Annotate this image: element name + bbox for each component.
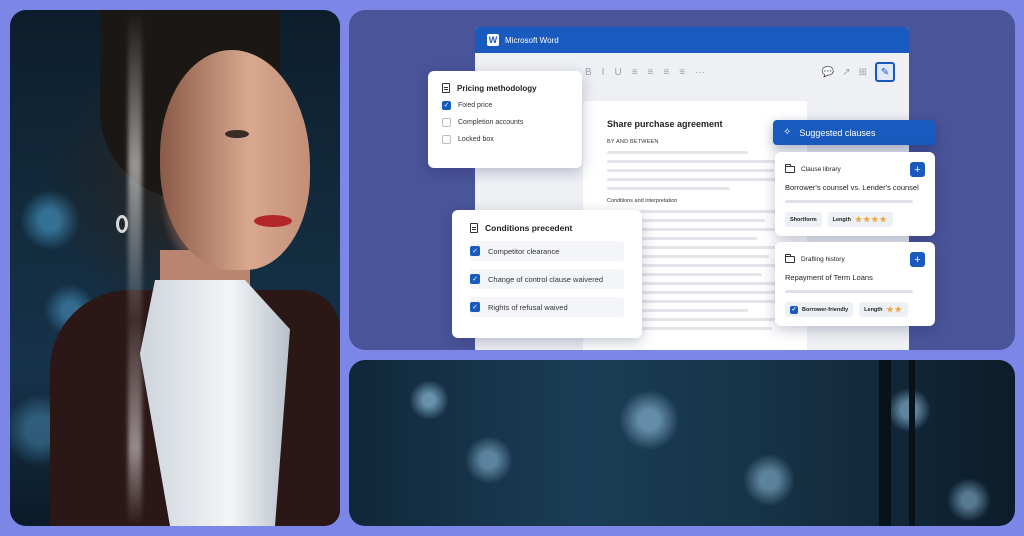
pricing-option-label: Completion accounts <box>458 119 524 126</box>
condition-change-of-control[interactable]: ✓ Change of control clause waivered <box>470 269 624 289</box>
photo-face <box>160 50 310 270</box>
checkbox-unchecked-icon[interactable] <box>442 135 451 144</box>
clause-library-header: Clause library + <box>785 162 925 177</box>
conditions-card-title: Conditions precedent <box>485 223 573 233</box>
ui-illustration-panel: W Microsoft Word B I U ≡ ≡ ≡ ≡ ··· 💬 ↗ ⊞… <box>349 10 1015 350</box>
text-line <box>607 178 783 181</box>
justify-icon[interactable]: ≡ <box>679 67 685 78</box>
checkbox-unchecked-icon[interactable] <box>442 118 451 127</box>
photo-woman <box>10 10 340 526</box>
condition-label: Rights of refusal waived <box>488 302 568 312</box>
align-center-icon[interactable]: ≡ <box>648 67 654 78</box>
toolbar-right-group: 💬 ↗ ⊞ ✎ <box>822 62 909 82</box>
add-clause-button[interactable]: + <box>910 162 925 177</box>
bold-icon[interactable]: B <box>585 67 592 78</box>
pricing-card-header: Pricing methodology <box>442 83 568 93</box>
clause-title: Borrower's counsel vs. Lender's counsel <box>785 183 919 192</box>
document-section-heading: Conditions and interpretation <box>607 198 678 204</box>
sparkle-icon: ✧ <box>783 127 792 138</box>
drafting-history-header: Drafting history + <box>785 252 925 267</box>
add-clause-button[interactable]: + <box>910 252 925 267</box>
underline-icon[interactable]: U <box>614 67 621 78</box>
star-rating: ★★ <box>886 305 903 314</box>
text-line <box>607 187 731 190</box>
text-line <box>607 169 775 172</box>
clause-library-card: Clause library + Borrower's counsel vs. … <box>775 152 935 236</box>
star-rating: ★★★★ <box>854 215 888 224</box>
drafting-history-card: Drafting history + Repayment of Term Loa… <box>775 242 935 326</box>
tag-shortform: Shortform <box>785 212 822 227</box>
condition-rights-of-refusal[interactable]: ✓ Rights of refusal waived <box>470 297 624 317</box>
photo-light-streak <box>128 10 142 526</box>
condition-label: Competitor clearance <box>488 246 560 256</box>
pricing-option-completion-accounts[interactable]: Completion accounts <box>442 118 568 127</box>
photo-data-center <box>349 360 1015 526</box>
clause-preview-line <box>785 290 913 293</box>
conditions-card-header: Conditions precedent <box>470 223 624 233</box>
document-parties-heading: BY AND BETWEEN <box>607 139 659 145</box>
pricing-option-label: Locked box <box>458 136 494 143</box>
clause-library-label: Clause library <box>801 166 841 173</box>
word-app-title: Microsoft Word <box>505 35 559 45</box>
suggested-clauses-label: Suggested clauses <box>799 127 876 138</box>
clause-tags: ✓ Borrower-friendly Length ★★ <box>785 302 925 317</box>
clause-tags: Shortform Length ★★★★ <box>785 212 925 227</box>
comment-icon[interactable]: 💬 <box>822 67 834 78</box>
text-line <box>607 160 783 163</box>
checkbox-checked-icon: ✓ <box>790 305 798 314</box>
photo-lips <box>254 215 292 227</box>
pricing-option-label: Fixed price <box>458 102 493 109</box>
tag-length: Length ★★★★ <box>827 212 893 227</box>
word-logo-icon: W <box>487 34 499 46</box>
tag-borrower-friendly: ✓ Borrower-friendly <box>785 302 854 317</box>
document-icon <box>470 223 478 233</box>
clause-preview-line <box>785 200 913 203</box>
photo-earring <box>116 215 128 233</box>
pricing-methodology-card: Pricing methodology ✓ Fixed price Comple… <box>428 71 582 168</box>
condition-label: Change of control clause waivered <box>488 274 604 284</box>
document-icon <box>442 83 450 93</box>
photo-dark-bar <box>879 360 891 526</box>
photo-dark-bar <box>909 360 915 526</box>
pricing-option-fixed-price[interactable]: ✓ Fixed price <box>442 101 568 110</box>
tag-length: Length ★★ <box>859 302 908 317</box>
align-left-icon[interactable]: ≡ <box>632 67 638 78</box>
ai-assistant-button[interactable]: ✎ <box>875 62 895 82</box>
conditions-precedent-card: Conditions precedent ✓ Competitor cleara… <box>452 210 642 338</box>
italic-icon[interactable]: I <box>602 67 605 78</box>
checkbox-checked-icon[interactable]: ✓ <box>442 101 451 110</box>
text-line <box>607 151 748 154</box>
folder-icon <box>785 254 795 263</box>
share-icon[interactable]: ↗ <box>842 67 850 78</box>
clause-title: Repayment of Term Loans <box>785 273 873 282</box>
condition-competitor-clearance[interactable]: ✓ Competitor clearance <box>470 241 624 261</box>
folder-icon <box>785 164 795 173</box>
word-title-bar: W Microsoft Word <box>475 27 909 53</box>
checkbox-checked-icon[interactable]: ✓ <box>470 246 480 256</box>
checkbox-checked-icon[interactable]: ✓ <box>470 302 480 312</box>
align-right-icon[interactable]: ≡ <box>663 67 669 78</box>
photo-eye <box>225 130 249 138</box>
drafting-history-label: Drafting history <box>801 256 845 263</box>
grid-icon[interactable]: ⊞ <box>859 67 867 78</box>
more-icon[interactable]: ··· <box>695 67 705 78</box>
checkbox-checked-icon[interactable]: ✓ <box>470 274 480 284</box>
document-title: Share purchase agreement <box>607 119 723 129</box>
pricing-option-locked-box[interactable]: Locked box <box>442 135 568 144</box>
pricing-card-title: Pricing methodology <box>457 83 537 93</box>
suggested-clauses-header[interactable]: ✧ Suggested clauses <box>773 120 935 145</box>
